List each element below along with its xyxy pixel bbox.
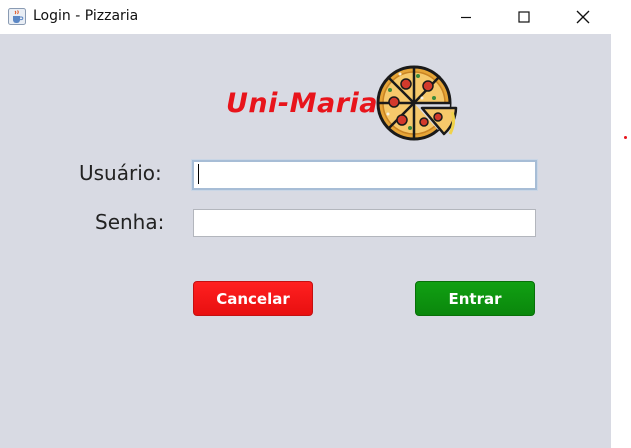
close-button[interactable] bbox=[560, 0, 606, 34]
window-title: Login - Pizzaria bbox=[33, 8, 139, 24]
username-label: Usuário: bbox=[79, 161, 162, 185]
text-caret bbox=[198, 164, 199, 184]
maximize-icon bbox=[518, 11, 530, 23]
enter-button-label: Entrar bbox=[448, 289, 502, 308]
title-bar[interactable]: Login - Pizzaria bbox=[0, 0, 611, 34]
brand-title: Uni-Maria bbox=[226, 88, 378, 119]
background-dot bbox=[624, 136, 627, 139]
close-icon bbox=[576, 10, 590, 24]
login-window: Login - Pizzaria Uni-Maria Usuário: Senh… bbox=[0, 0, 611, 448]
password-input[interactable] bbox=[193, 209, 536, 237]
pizza-icon bbox=[376, 65, 458, 141]
enter-button[interactable]: Entrar bbox=[415, 281, 535, 316]
username-input[interactable] bbox=[192, 160, 537, 190]
java-cup-icon bbox=[8, 8, 26, 25]
cancel-button[interactable]: Cancelar bbox=[193, 281, 313, 316]
password-label: Senha: bbox=[95, 210, 165, 234]
minimize-button[interactable] bbox=[443, 0, 489, 34]
maximize-button[interactable] bbox=[501, 0, 547, 34]
cancel-button-label: Cancelar bbox=[216, 289, 290, 308]
minimize-icon bbox=[461, 16, 471, 19]
